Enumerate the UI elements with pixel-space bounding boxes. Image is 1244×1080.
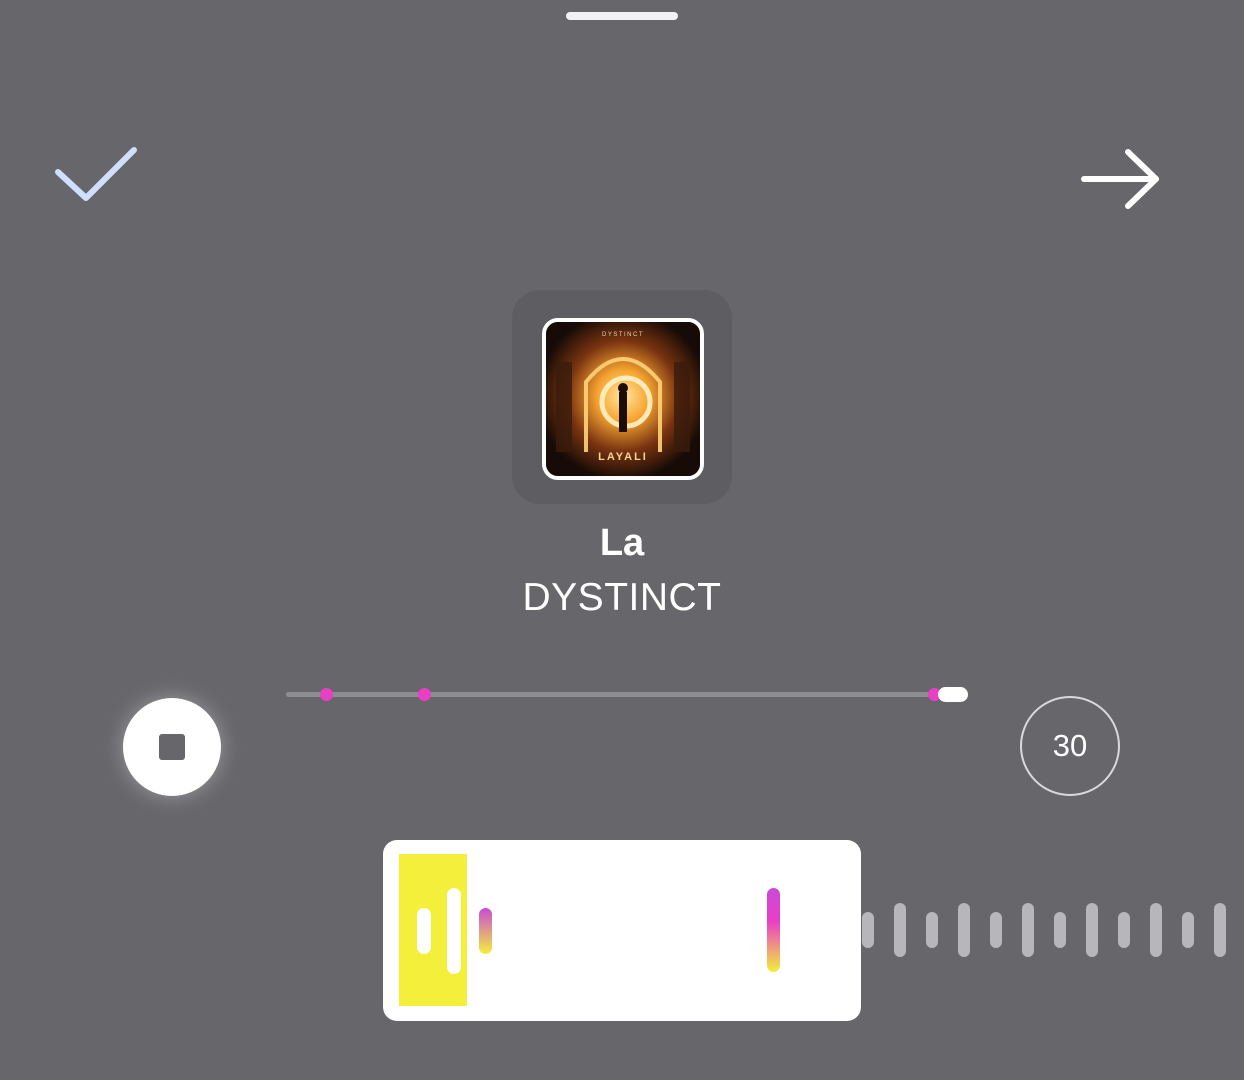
waveform-bar [1054, 912, 1066, 948]
sheet-grab-handle[interactable] [566, 12, 678, 20]
arrow-right-icon [1081, 149, 1159, 209]
waveform-bar [417, 908, 431, 954]
progress-thumb[interactable] [938, 687, 968, 702]
waveform-bar [990, 912, 1002, 948]
track-title: La [599, 522, 645, 564]
album-cover-illustration: DYSTINCT LAYALI [546, 322, 700, 476]
waveform-bar [958, 903, 970, 957]
checkmark-icon [55, 147, 137, 201]
stop-icon [159, 734, 185, 760]
playback-progress-track[interactable] [286, 692, 966, 697]
waveform-bar [1214, 903, 1226, 957]
progress-marker [320, 688, 333, 701]
svg-text:DYSTINCT: DYSTINCT [602, 332, 644, 338]
waveform-bar [479, 908, 492, 954]
album-cover[interactable]: DYSTINCT LAYALI [542, 318, 704, 480]
next-button[interactable] [1076, 140, 1168, 218]
stop-button[interactable] [123, 698, 221, 796]
progress-marker [418, 688, 431, 701]
waveform-bar [767, 888, 780, 972]
svg-text:LAYALI: LAYALI [598, 451, 648, 463]
waveform-bar [862, 912, 874, 948]
waveform-bar [1086, 903, 1098, 957]
waveform-bar [894, 903, 906, 957]
clip-duration-button[interactable]: 30 [1020, 696, 1120, 796]
music-clip-editor: DYSTINCT LAYALI La DYSTINCT 30 [0, 0, 1244, 1080]
waveform-bar [926, 912, 938, 948]
clip-selector-window[interactable] [383, 840, 861, 1021]
waveform-bar [447, 888, 461, 974]
waveform-bar [1022, 903, 1034, 957]
track-artist: DYSTINCT [522, 576, 722, 619]
confirm-button[interactable] [52, 140, 142, 210]
waveform-bar [1118, 912, 1130, 948]
waveform-bar [1182, 912, 1194, 948]
waveform-bar [1150, 903, 1162, 957]
